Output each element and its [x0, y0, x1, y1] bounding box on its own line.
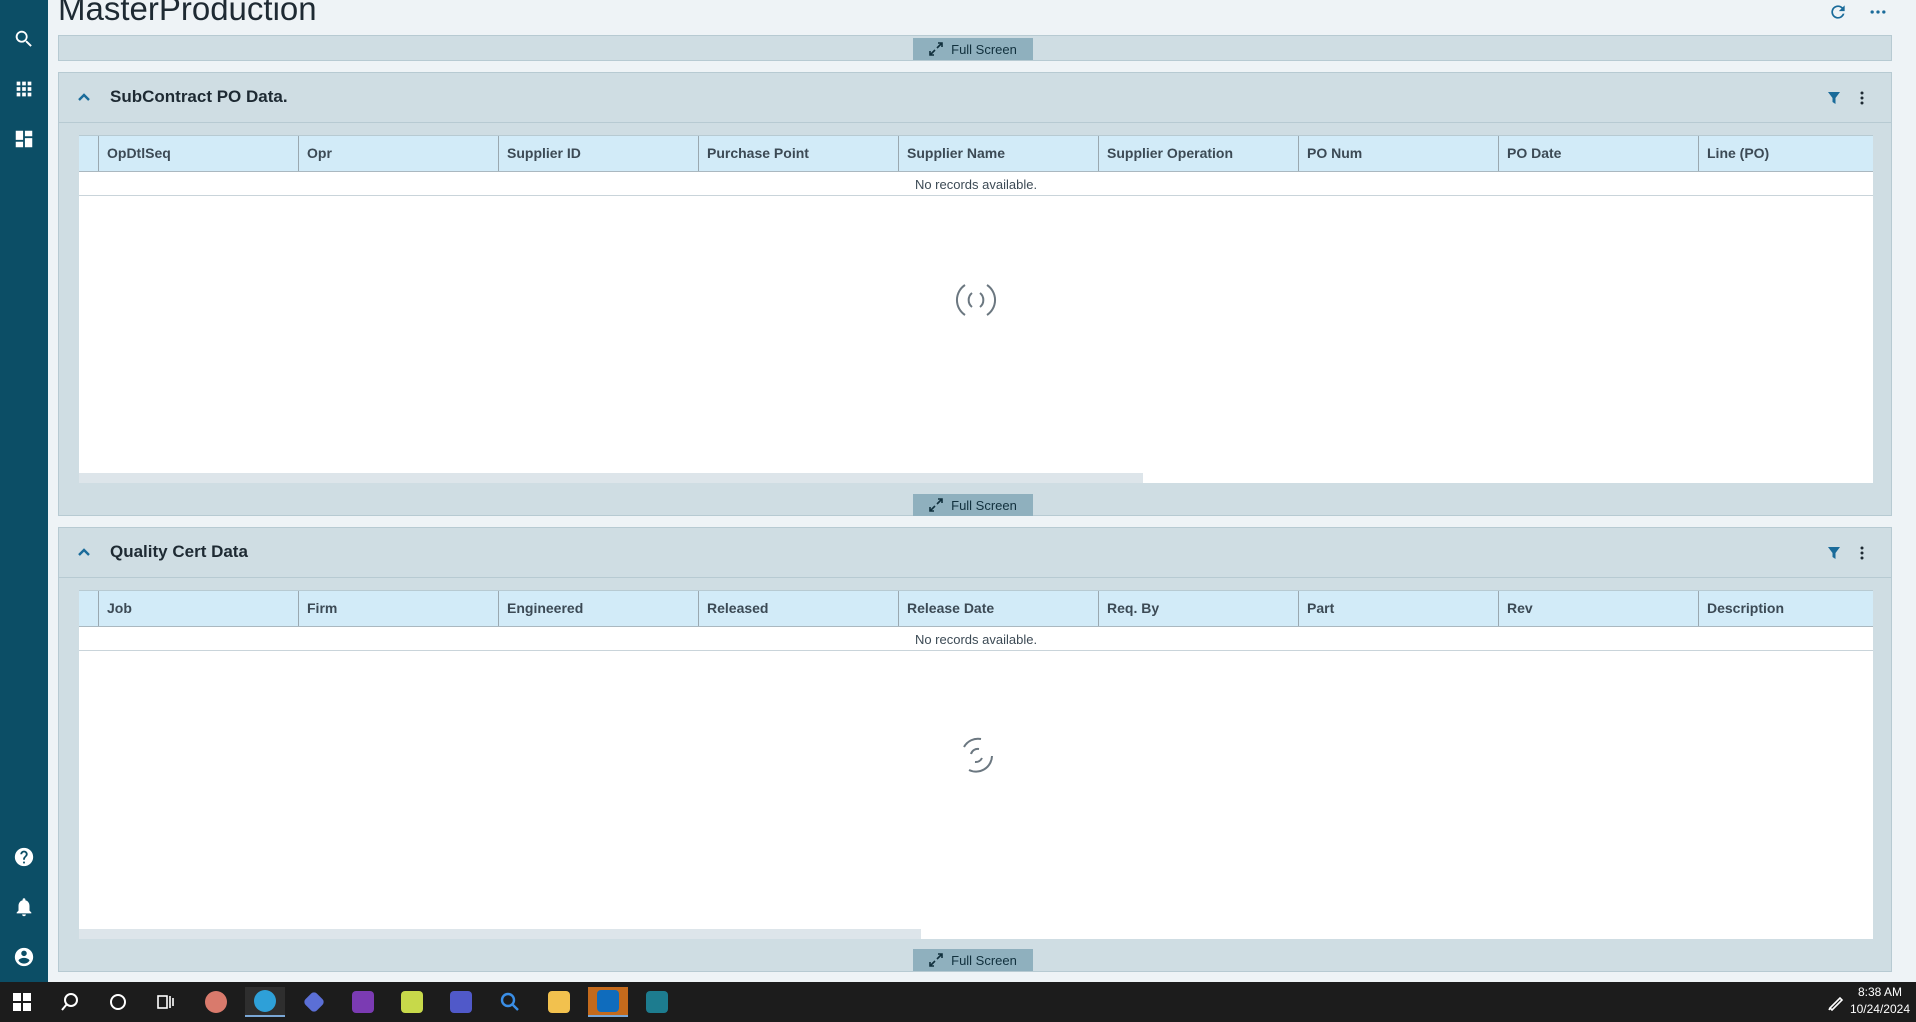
full-screen-label: Full Screen	[951, 41, 1017, 57]
panel-title: SubContract PO Data.	[110, 87, 288, 106]
filter-icon[interactable]	[1823, 542, 1845, 564]
more-horizontal-icon[interactable]	[1866, 0, 1890, 24]
page-title: MasterProduction	[58, 0, 317, 27]
dashboard-icon[interactable]	[9, 124, 39, 154]
column-header[interactable]: PO Num	[1299, 136, 1499, 171]
column-header[interactable]: Job	[99, 591, 299, 626]
file-explorer-icon[interactable]	[539, 987, 579, 1017]
expand-icon	[929, 498, 943, 512]
column-header[interactable]: Line (PO)	[1699, 136, 1873, 171]
chevron-up-icon[interactable]	[73, 542, 95, 564]
notifications-bell-icon[interactable]	[9, 892, 39, 922]
select-all-column[interactable]	[79, 591, 99, 626]
column-header[interactable]: Description	[1699, 591, 1873, 626]
column-header[interactable]: Firm	[299, 591, 499, 626]
windows-start-icon[interactable]	[2, 987, 42, 1017]
more-vertical-icon[interactable]	[1851, 542, 1873, 564]
teams-icon[interactable]	[441, 987, 481, 1017]
system-clock[interactable]: 8:38 AM 10/24/2024	[1850, 984, 1910, 1018]
column-header[interactable]: Req. By	[1099, 591, 1299, 626]
sheet-app-icon[interactable]	[392, 987, 432, 1017]
task-view-icon[interactable]	[146, 987, 186, 1017]
panel-header: Quality Cert Data	[59, 528, 1891, 578]
column-header[interactable]: Purchase Point	[699, 136, 899, 171]
column-header[interactable]: Rev	[1499, 591, 1699, 626]
search-icon[interactable]	[9, 24, 39, 54]
column-header[interactable]: Release Date	[899, 591, 1099, 626]
help-icon[interactable]	[9, 842, 39, 872]
select-all-column[interactable]	[79, 136, 99, 171]
more-vertical-icon[interactable]	[1851, 87, 1873, 109]
subcontract-po-grid: OpDtlSeq Opr Supplier ID Purchase Point …	[79, 135, 1873, 483]
full-screen-label: Full Screen	[951, 497, 1017, 513]
search-icon[interactable]	[50, 987, 90, 1017]
horizontal-scrollbar[interactable]	[79, 473, 1143, 483]
column-header[interactable]: Part	[1299, 591, 1499, 626]
onenote-icon[interactable]	[343, 987, 383, 1017]
epicor-icon[interactable]	[637, 987, 677, 1017]
horizontal-scrollbar[interactable]	[79, 929, 921, 939]
column-header[interactable]: Opr	[299, 136, 499, 171]
paint-icon[interactable]	[196, 987, 236, 1017]
clock-time: 8:38 AM	[1857, 985, 1902, 999]
refresh-icon[interactable]	[1826, 0, 1850, 24]
column-header[interactable]: Engineered	[499, 591, 699, 626]
left-sidebar	[0, 0, 48, 982]
panel-title: Quality Cert Data	[110, 542, 248, 561]
filter-icon[interactable]	[1823, 87, 1845, 109]
full-screen-button[interactable]: Full Screen	[913, 949, 1033, 971]
full-screen-button[interactable]: Full Screen	[913, 38, 1033, 60]
cortana-icon[interactable]	[98, 987, 138, 1017]
loading-spinner-icon	[951, 730, 1001, 780]
expand-icon	[929, 42, 943, 56]
edge-icon[interactable]	[245, 987, 285, 1017]
column-header[interactable]: Supplier Operation	[1099, 136, 1299, 171]
grid-header: Job Firm Engineered Released Release Dat…	[79, 590, 1873, 627]
search-app-icon[interactable]	[490, 987, 530, 1017]
chevron-up-icon[interactable]	[73, 87, 95, 109]
column-header[interactable]: Supplier Name	[899, 136, 1099, 171]
user-account-icon[interactable]	[9, 942, 39, 972]
no-records-message: No records available.	[79, 172, 1873, 196]
quality-cert-panel: Quality Cert Data Job Firm Engineered Re…	[58, 527, 1892, 972]
full-screen-label: Full Screen	[951, 952, 1017, 968]
column-header[interactable]: Supplier ID	[499, 136, 699, 171]
clock-date: 10/24/2024	[1849, 1002, 1910, 1016]
apps-grid-icon[interactable]	[9, 74, 39, 104]
column-header[interactable]: Released	[699, 591, 899, 626]
full-screen-button[interactable]: Full Screen	[913, 494, 1033, 516]
column-header[interactable]: OpDtlSeq	[99, 136, 299, 171]
outlook-icon[interactable]	[588, 987, 628, 1017]
quality-cert-grid: Job Firm Engineered Released Release Dat…	[79, 590, 1873, 939]
panel-header: SubContract PO Data.	[59, 73, 1891, 123]
expand-icon	[929, 953, 943, 967]
no-records-message: No records available.	[79, 627, 1873, 651]
subcontract-po-panel: SubContract PO Data. OpDtlSeq Opr Suppli…	[58, 72, 1892, 516]
loading-spinner-icon	[951, 275, 1001, 325]
column-header[interactable]: PO Date	[1499, 136, 1699, 171]
previous-panel-footer: Full Screen	[58, 35, 1892, 61]
power-automate-icon[interactable]	[294, 987, 334, 1017]
grid-header: OpDtlSeq Opr Supplier ID Purchase Point …	[79, 135, 1873, 172]
windows-taskbar: 8:38 AM 10/24/2024	[0, 982, 1916, 1022]
